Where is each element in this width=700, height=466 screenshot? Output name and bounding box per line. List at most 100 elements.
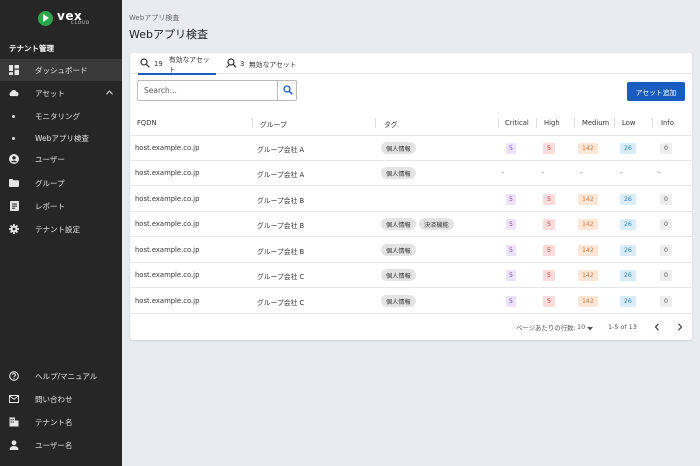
column-header-info[interactable]: Info bbox=[661, 119, 674, 127]
table-row[interactable]: host.example.co.jp グループ会社 B 5 5 142 26 0 bbox=[130, 187, 692, 212]
medium-empty: - bbox=[580, 169, 583, 177]
fqdn-cell[interactable]: host.example.co.jp bbox=[135, 169, 199, 177]
column-header-fqdn[interactable]: FQDN bbox=[137, 119, 157, 127]
tab-active-assets[interactable]: 19 有効なアセット bbox=[138, 53, 216, 75]
report-icon bbox=[9, 201, 19, 211]
critical-badge: 5 bbox=[506, 296, 516, 307]
sidebar-item-label: ユーザー名 bbox=[35, 440, 73, 450]
fqdn-cell[interactable]: host.example.co.jp bbox=[135, 271, 199, 279]
high-badge: 5 bbox=[543, 245, 555, 256]
group-cell: グループ会社 B bbox=[257, 222, 305, 230]
table-row[interactable]: host.example.co.jp グループ会社 C 個人情報 5 5 142 26 0 bbox=[130, 289, 692, 314]
low-badge: 26 bbox=[620, 296, 636, 307]
add-asset-button[interactable]: アセット追加 bbox=[627, 82, 685, 101]
tag-chip: 個人情報 bbox=[381, 269, 416, 281]
column-header-medium[interactable]: Medium bbox=[582, 119, 609, 127]
fqdn-cell[interactable]: host.example.co.jp bbox=[135, 297, 199, 305]
sidebar-item-tenant-settings[interactable]: テナント設定 bbox=[0, 218, 122, 240]
critical-empty: - bbox=[502, 169, 505, 177]
search-box bbox=[137, 80, 297, 101]
critical-badge: 5 bbox=[506, 219, 516, 230]
tag-chip: 個人情報 bbox=[381, 244, 416, 256]
sidebar-item-webapp-inspection[interactable]: Webアプリ検査 bbox=[0, 127, 122, 149]
user-circle-icon bbox=[9, 154, 19, 164]
column-header-low[interactable]: Low bbox=[622, 119, 635, 127]
sidebar-item-label: テナント名 bbox=[35, 417, 73, 427]
column-divider bbox=[574, 118, 575, 128]
column-divider bbox=[252, 118, 253, 128]
high-badge: 5 bbox=[543, 194, 555, 205]
bullet-icon bbox=[12, 114, 15, 118]
medium-badge: 142 bbox=[578, 270, 598, 281]
vex-cloud-logo[interactable]: vex CLOUD bbox=[38, 10, 90, 27]
caret-down-icon[interactable] bbox=[587, 324, 593, 333]
sidebar-item-label: ヘルプ/マニュアル bbox=[35, 371, 98, 381]
building-icon bbox=[9, 417, 19, 427]
sidebar-item-user-name[interactable]: ユーザー名 bbox=[0, 434, 122, 456]
sidebar-item-reports[interactable]: レポート bbox=[0, 195, 122, 217]
fqdn-cell[interactable]: host.example.co.jp bbox=[135, 220, 199, 228]
medium-badge: 142 bbox=[578, 219, 598, 230]
sidebar-item-assets[interactable]: アセット bbox=[0, 82, 122, 104]
sidebar-item-monitoring[interactable]: モニタリング bbox=[0, 105, 122, 127]
bullet-icon bbox=[12, 136, 15, 140]
column-header-high[interactable]: High bbox=[544, 119, 560, 127]
table-row[interactable]: host.example.co.jp グループ会社 A 個人情報 - - - - - bbox=[130, 161, 692, 186]
group-cell: グループ会社 A bbox=[257, 146, 305, 154]
next-page-button[interactable] bbox=[674, 321, 686, 333]
fqdn-cell[interactable]: host.example.co.jp bbox=[135, 144, 199, 152]
info-empty: - bbox=[658, 169, 661, 177]
column-header-group[interactable]: グループ bbox=[260, 119, 287, 129]
column-divider bbox=[536, 118, 537, 128]
tab-inactive-assets[interactable]: 3 無効なアセット bbox=[224, 53, 304, 74]
group-cell: グループ会社 A bbox=[257, 171, 305, 179]
fqdn-cell[interactable]: host.example.co.jp bbox=[135, 195, 199, 203]
info-badge: 0 bbox=[660, 143, 672, 154]
sidebar: vex CLOUD テナント管理 ダッシュボード アセット モニタリング Web… bbox=[0, 0, 122, 466]
group-cell: グループ会社 B bbox=[257, 197, 305, 205]
sidebar-item-label: テナント設定 bbox=[35, 224, 80, 234]
low-badge: 26 bbox=[620, 245, 636, 256]
previous-page-button[interactable] bbox=[651, 321, 663, 333]
sidebar-item-users[interactable]: ユーザー bbox=[0, 148, 122, 170]
tag-chip: 個人情報 bbox=[381, 295, 416, 307]
sidebar-item-contact[interactable]: 問い合わせ bbox=[0, 388, 122, 410]
table-row[interactable]: host.example.co.jp グループ会社 A 個人情報 5 5 142 26 0 bbox=[130, 136, 692, 161]
tab-count: 3 bbox=[240, 59, 245, 68]
breadcrumb[interactable]: Webアプリ検査 bbox=[129, 13, 179, 23]
chevron-left-icon bbox=[654, 323, 659, 331]
page-title: Webアプリ検査 bbox=[129, 28, 208, 41]
search-off-icon bbox=[226, 58, 237, 70]
search-button[interactable] bbox=[277, 81, 297, 100]
assets-card: 19 有効なアセット 3 無効なアセット アセット追加 FQDN bbox=[130, 53, 692, 340]
chevron-up-icon[interactable] bbox=[106, 89, 113, 97]
column-header-tag[interactable]: タグ bbox=[384, 119, 398, 129]
info-badge: 0 bbox=[660, 296, 672, 307]
low-badge: 26 bbox=[620, 270, 636, 281]
column-header-critical[interactable]: Critical bbox=[505, 119, 529, 127]
table-row[interactable]: host.example.co.jp グループ会社 B 個人情報 5 5 142 26 0 bbox=[130, 238, 692, 263]
table-row[interactable]: host.example.co.jp グループ会社 B 個人情報 決済機能 5 5 142 2… bbox=[130, 212, 692, 237]
tenant-management-heading: テナント管理 bbox=[9, 44, 54, 53]
sidebar-item-tenant-name[interactable]: テナント名 bbox=[0, 411, 122, 433]
info-badge: 0 bbox=[660, 194, 672, 205]
low-badge: 26 bbox=[620, 194, 636, 205]
sidebar-item-label: ユーザー bbox=[35, 154, 65, 164]
search-icon bbox=[140, 58, 150, 70]
search-input[interactable] bbox=[138, 81, 276, 100]
table-row[interactable]: host.example.co.jp グループ会社 C 個人情報 5 5 142 26 0 bbox=[130, 263, 692, 288]
page-range: 1-5 of 13 bbox=[608, 323, 637, 331]
asset-tabs: 19 有効なアセット 3 無効なアセット bbox=[130, 53, 692, 75]
rows-per-page-label: ページあたりの行数: bbox=[516, 324, 576, 332]
sidebar-item-dashboard[interactable]: ダッシュボード bbox=[0, 59, 122, 81]
chevron-right-icon bbox=[678, 323, 683, 331]
sidebar-item-help[interactable]: ヘルプ/マニュアル bbox=[0, 365, 122, 387]
tag-chip: 決済機能 bbox=[419, 218, 454, 230]
rows-per-page-select[interactable]: 10 bbox=[577, 323, 585, 331]
critical-badge: 5 bbox=[506, 143, 516, 154]
person-icon bbox=[9, 440, 19, 450]
fqdn-cell[interactable]: host.example.co.jp bbox=[135, 246, 199, 254]
sidebar-item-groups[interactable]: グループ bbox=[0, 172, 122, 194]
high-badge: 5 bbox=[543, 219, 555, 230]
info-badge: 0 bbox=[660, 219, 672, 230]
